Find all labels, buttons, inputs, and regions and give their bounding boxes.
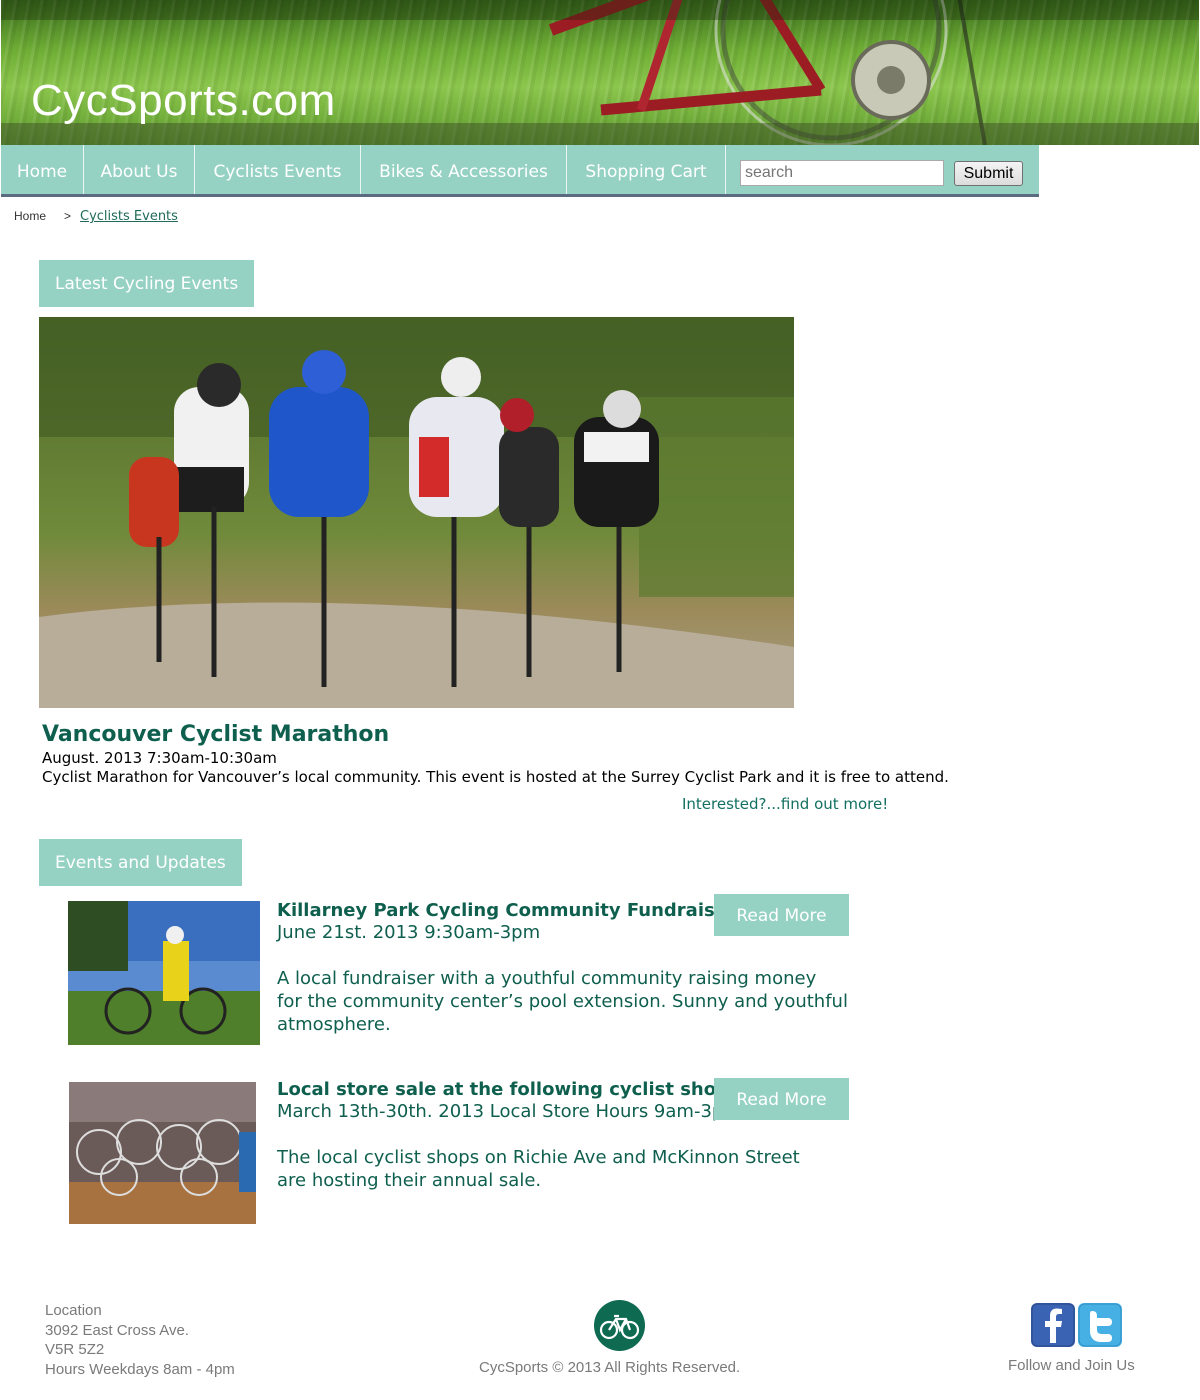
breadcrumb-separator: > — [64, 209, 72, 223]
update-description: The local cyclist shops on Richie Ave an… — [277, 1146, 800, 1192]
bicycle-icon — [594, 1300, 645, 1351]
nav-cyclists-events[interactable]: Cyclists Events — [195, 145, 361, 194]
update-description-line: for the community center’s pool extensio… — [277, 991, 848, 1012]
latest-events-heading: Latest Cycling Events — [39, 260, 255, 307]
update-description-line: are hosting their annual sale. — [277, 1170, 542, 1191]
breadcrumb-home[interactable]: Home — [14, 209, 46, 223]
events-updates-heading: Events and Updates — [39, 839, 242, 886]
event-date: August. 2013 7:30am-10:30am — [42, 749, 277, 767]
event-title[interactable]: Vancouver Cyclist Marathon — [42, 722, 389, 747]
marathon-photo — [39, 317, 794, 708]
update-date: March 13th-30th. 2013 Local Store Hours … — [277, 1101, 741, 1122]
nav-home[interactable]: Home — [1, 145, 84, 194]
update-description: A local fundraiser with a youthful commu… — [277, 967, 848, 1036]
event-description: Cyclist Marathon for Vancouver’s local c… — [42, 768, 949, 786]
read-more-button[interactable]: Read More — [714, 1078, 849, 1120]
search-submit-button[interactable]: Submit — [954, 161, 1023, 186]
header-banner: CycSports.com — [1, 0, 1199, 145]
footer-copyright: CycSports © 2013 All Rights Reserved. — [479, 1359, 741, 1376]
update-description-line: The local cyclist shops on Richie Ave an… — [277, 1147, 800, 1168]
banner-top-strip — [1, 0, 1199, 20]
update-date: June 21st. 2013 9:30am-3pm — [277, 922, 541, 943]
store-sale-photo — [69, 1082, 256, 1224]
nav-about-us[interactable]: About Us — [84, 145, 195, 194]
location-hours: Hours Weekdays 8am - 4pm — [45, 1360, 235, 1378]
facebook-icon[interactable] — [1031, 1303, 1075, 1347]
breadcrumb-current[interactable]: Cyclists Events — [80, 209, 178, 224]
nav-bikes-accessories[interactable]: Bikes & Accessories — [361, 145, 567, 194]
site-logo[interactable]: CycSports.com — [31, 76, 336, 126]
nav-shopping-cart[interactable]: Shopping Cart — [567, 145, 726, 194]
update-title[interactable]: Killarney Park Cycling Community Fundrai… — [277, 900, 736, 921]
search-input[interactable] — [740, 160, 944, 186]
update-title[interactable]: Local store sale at the following cyclis… — [277, 1079, 748, 1100]
update-description-line: A local fundraiser with a youthful commu… — [277, 968, 817, 989]
footer-location: Location 3092 East Cross Ave. V5R 5Z2 Ho… — [45, 1301, 235, 1379]
twitter-icon[interactable] — [1078, 1303, 1122, 1347]
banner-bottom-strip — [1, 123, 1199, 145]
read-more-button[interactable]: Read More — [714, 894, 849, 936]
footer-follow: Follow and Join Us — [1008, 1357, 1135, 1374]
update-description-line: atmosphere. — [277, 1014, 391, 1035]
location-address: 3092 East Cross Ave. — [45, 1321, 189, 1339]
location-label: Location — [45, 1302, 102, 1319]
location-postal-code: V5R 5Z2 — [45, 1341, 105, 1358]
fundraiser-photo — [68, 901, 260, 1045]
event-find-out-more-link[interactable]: Interested?...find out more! — [682, 795, 888, 813]
